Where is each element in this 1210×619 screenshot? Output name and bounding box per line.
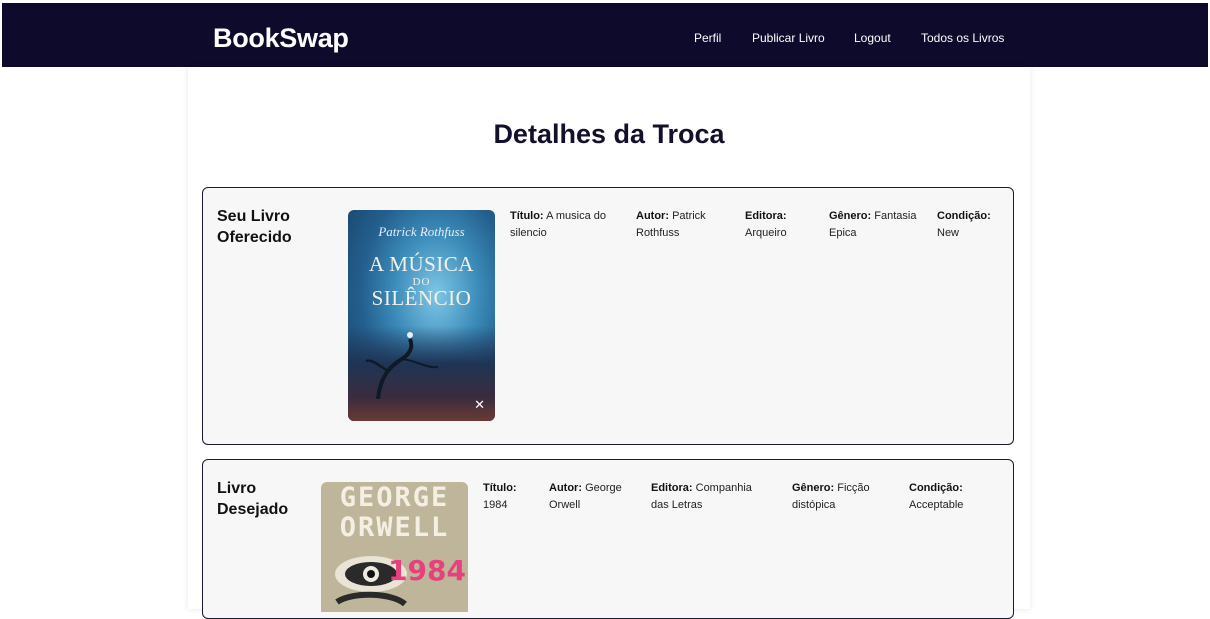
cover-title-line3: SILÊNCIO (371, 286, 472, 310)
brand-logo[interactable]: BookSwap (213, 23, 349, 54)
wanted-book-card: Livro Desejado GEORGE ORWELL 1984 Título… (202, 459, 1014, 619)
wanted-field-titulo: Título: 1984 (483, 482, 517, 511)
nav-link-perfil[interactable]: Perfil (694, 31, 721, 45)
wanted-field-autor: Autor: George Orwell (549, 482, 622, 511)
publisher-logo-icon: ✕ (474, 397, 485, 412)
offered-field-editora: Editora: Arqueiro (745, 210, 787, 239)
wanted-field-editora: Editora: Companhia das Letras (651, 482, 752, 511)
cover-author: Patrick Rothfuss (378, 224, 465, 239)
offered-field-condicao: Condição: New (937, 210, 991, 239)
navbar: BookSwap Perfil Publicar Livro Logout To… (2, 3, 1208, 67)
offered-field-autor: Autor: Patrick Rothfuss (636, 210, 706, 239)
tree-illustration (365, 332, 439, 399)
offered-book-heading: Seu Livro Oferecido (217, 208, 292, 246)
cover-title-line1: A MÚSICA (369, 252, 474, 276)
wanted-book-heading: Livro Desejado (217, 480, 289, 518)
main-container: Detalhes da Troca Seu Livro Oferecido Pa… (188, 67, 1030, 619)
offered-field-genero: Gênero: Fantasia Epica (829, 210, 917, 239)
wanted-field-genero: Gênero: Ficção distópica (792, 482, 870, 511)
nav-link-todos-os-livros[interactable]: Todos os Livros (921, 31, 1004, 45)
offered-book-card: Seu Livro Oferecido Patrick Rothfuss A M… (202, 187, 1014, 445)
cover-line1: GEORGE (339, 482, 450, 513)
cover-line2: ORWELL (339, 512, 450, 543)
nav-link-publicar-livro[interactable]: Publicar Livro (752, 31, 825, 45)
wanted-book-cover: GEORGE ORWELL 1984 (321, 482, 468, 612)
wanted-field-condicao: Condição: Acceptable (909, 482, 964, 511)
page-title: Detalhes da Troca (493, 119, 725, 149)
offered-book-cover: Patrick Rothfuss A MÚSICA DO SILÊNCIO ✕ (348, 210, 495, 421)
offered-field-titulo: Título: A musica do silencio (510, 210, 606, 239)
nav-link-logout[interactable]: Logout (854, 31, 891, 45)
cover-number: 1984 (388, 554, 466, 587)
